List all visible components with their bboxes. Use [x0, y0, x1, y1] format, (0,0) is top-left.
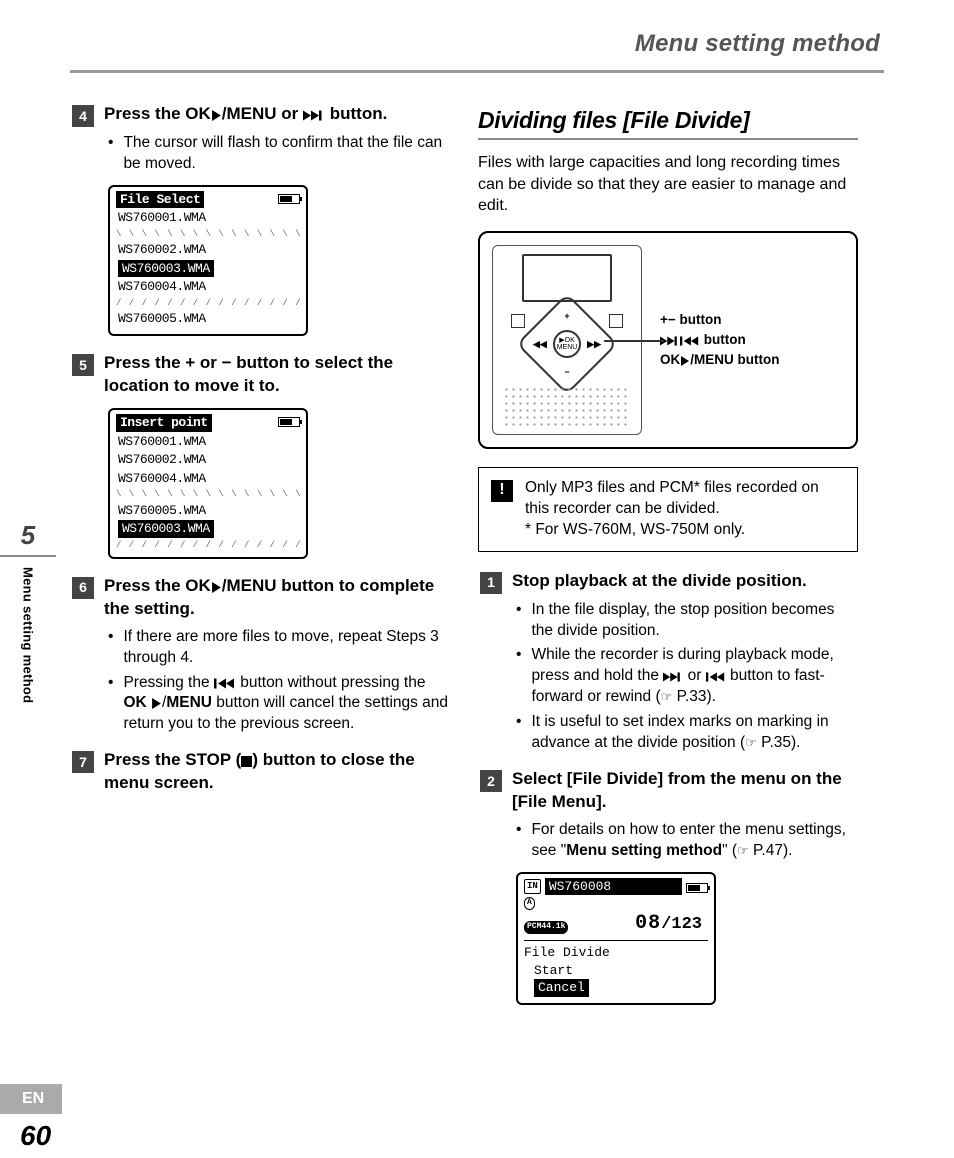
ok-menu-button: ▶OKMENU: [553, 330, 581, 358]
step-title: Stop playback at the divide position.: [512, 570, 807, 593]
stop-icon: [241, 756, 252, 767]
leader-line: [604, 340, 664, 342]
fast-forward-icon: [663, 672, 683, 682]
reference-icon: ☞: [745, 735, 757, 750]
right-step-1: 1 Stop playback at the divide position. …: [478, 570, 858, 754]
battery-icon: [686, 883, 708, 893]
side-tab: 5 Menu setting method: [0, 520, 56, 703]
play-icon: [211, 110, 222, 121]
battery-icon: [278, 417, 300, 427]
alert-icon: !: [491, 480, 513, 502]
format-badge: PCM44.1k: [524, 921, 568, 934]
step-number: 7: [72, 751, 94, 773]
step-title: Press the + or − button to select the lo…: [104, 352, 450, 398]
plus-icon: +: [564, 310, 569, 322]
bullet: In the file display, the stop position b…: [516, 600, 858, 642]
header-rule: [70, 70, 884, 73]
step-6: 6 Press the OK/MENU button to complete t…: [70, 575, 450, 735]
note-box: ! Only MP3 files and PCM* files recorded…: [478, 467, 858, 552]
rewind-icon: [214, 678, 236, 689]
speaker-grille: [503, 386, 631, 428]
rewind-icon: ◀◀: [533, 338, 547, 350]
right-step-2: 2 Select [File Divide] from the menu on …: [478, 768, 858, 1005]
play-icon: [151, 698, 162, 709]
device-screen: [522, 254, 612, 302]
chapter-number: 5: [0, 520, 56, 557]
step-number: 2: [480, 770, 502, 792]
device-diagram: ▶OKMENU + − ◀◀ ▶▶ +− button button: [478, 231, 858, 449]
chapter-label: Menu setting method: [21, 567, 36, 703]
lcd-file-divide: IN WS760008 A PCM44.1k 08/123 File Divid…: [516, 872, 716, 1005]
bullet: It is useful to set index marks on marki…: [516, 712, 858, 754]
bullet: If there are more files to move, repeat …: [108, 627, 450, 669]
forward-icon: ▶▶: [587, 338, 601, 350]
step-title: Select [File Divide] from the menu on th…: [512, 768, 858, 814]
rewind-icon: [680, 336, 700, 346]
left-column: 4 Press the OK/MENU or button. The curso…: [70, 103, 450, 1019]
device-button-left: [511, 314, 525, 328]
rewind-icon: [706, 672, 726, 682]
play-icon: [211, 582, 222, 593]
minus-icon: −: [564, 366, 569, 378]
lcd-insert-point: Insert point WS760001.WMA WS760002.WMA W…: [108, 408, 308, 559]
reference-icon: ☞: [661, 689, 673, 704]
step-5: 5 Press the + or − button to select the …: [70, 352, 450, 558]
play-icon: [680, 356, 690, 366]
step-number: 1: [480, 572, 502, 594]
battery-icon: [278, 194, 300, 204]
step-number: 5: [72, 354, 94, 376]
step-title: Press the OK/MENU or button.: [104, 103, 387, 126]
fast-forward-icon: [303, 110, 325, 121]
page: Menu setting method 4 Press the OK/MENU …: [0, 0, 954, 1039]
step-number: 6: [72, 577, 94, 599]
intro-paragraph: Files with large capacities and long rec…: [478, 152, 858, 217]
section-heading: Dividing files [File Divide]: [478, 105, 858, 140]
bullet: Pressing the button without pressing the…: [108, 673, 450, 736]
header-title: Menu setting method: [70, 30, 884, 58]
folder-badge: A: [524, 897, 535, 910]
bullet: For details on how to enter the menu set…: [516, 820, 858, 862]
lcd-file-select: File Select WS760001.WMA \ \ \ \ \ \ \ \…: [108, 185, 308, 337]
mic-icon: IN: [524, 879, 541, 893]
bullet: The cursor will flash to confirm that th…: [108, 133, 450, 175]
page-number: 60: [20, 1120, 51, 1152]
columns: 4 Press the OK/MENU or button. The curso…: [70, 103, 884, 1019]
bullet: While the recorder is during playback mo…: [516, 645, 858, 708]
button-labels: +− button button OK/MENU button: [660, 310, 779, 369]
device-dpad: ▶OKMENU + − ◀◀ ▶▶: [531, 308, 603, 380]
right-column: Dividing files [File Divide] Files with …: [478, 103, 858, 1019]
step-number: 4: [72, 105, 94, 127]
step-4: 4 Press the OK/MENU or button. The curso…: [70, 103, 450, 336]
step-title: Press the OK/MENU button to complete the…: [104, 575, 450, 621]
device-button-right: [609, 314, 623, 328]
step-7: 7 Press the STOP () button to close the …: [70, 749, 450, 795]
step-title: Press the STOP () button to close the me…: [104, 749, 450, 795]
reference-icon: ☞: [737, 843, 749, 858]
language-tab: EN: [0, 1084, 62, 1114]
